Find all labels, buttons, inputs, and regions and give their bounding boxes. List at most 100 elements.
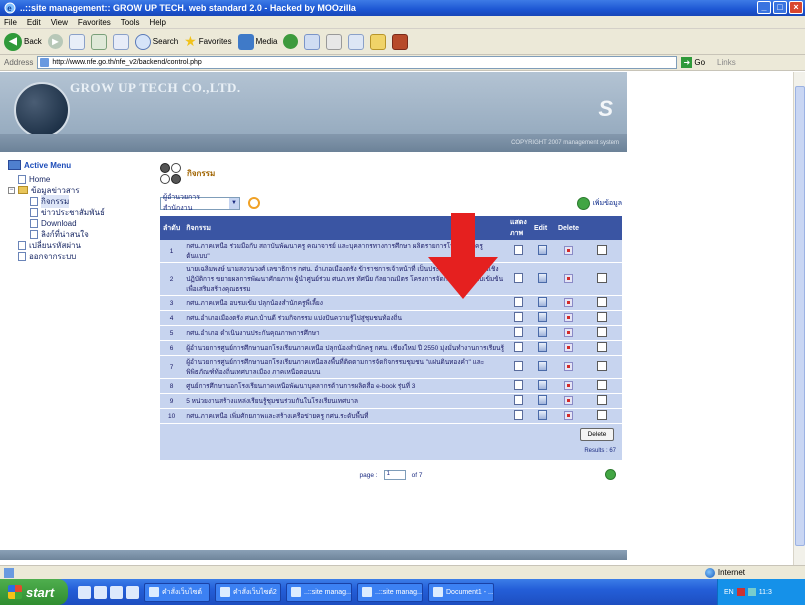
menu-edit[interactable]: Edit [27,16,41,28]
sidebar-item-links[interactable]: ลิงก์ที่น่าสนใจ [8,229,148,239]
delete-icon[interactable] [563,380,573,390]
quick-launch-icon[interactable] [110,585,123,599]
view-icon[interactable] [514,327,524,337]
taskbar-item-label: ..::site manag... [304,588,352,596]
delete-selected-button[interactable]: Delete [580,428,614,441]
sidebar-item-change-password[interactable]: เปลี่ยนรหัสผ่าน [8,240,148,250]
sidebar-item-logout[interactable]: ออกจากระบบ [8,251,148,261]
view-icon[interactable] [514,395,524,405]
language-indicator[interactable]: EN [724,589,734,596]
row-checkbox[interactable] [597,327,607,337]
view-icon[interactable] [514,380,524,390]
view-icon[interactable] [514,361,524,371]
edit-icon[interactable] [538,273,548,283]
stop-icon[interactable] [68,33,85,50]
view-icon[interactable] [514,312,524,322]
forward-button[interactable]: ▶ [47,34,63,49]
collapse-icon[interactable]: − [8,186,15,194]
scrollbar-thumb[interactable] [795,86,805,546]
edit-icon[interactable] [538,380,548,390]
view-icon[interactable] [514,410,524,420]
add-item-button[interactable]: เพิ่มข้อมูล [577,196,622,210]
tray-icon[interactable] [747,588,756,596]
window-title-bar[interactable]: e ..::site management:: GROW UP TECH. we… [0,0,805,16]
row-checkbox[interactable] [597,395,607,405]
edit-page-icon[interactable] [348,33,365,50]
go-button[interactable]: ➜ Go [681,57,705,68]
row-checkbox[interactable] [597,410,607,420]
edit-icon[interactable] [538,395,548,405]
edit-icon[interactable] [538,297,548,307]
row-checkbox[interactable] [597,380,607,390]
section-icon [160,162,181,184]
view-icon[interactable] [514,342,524,352]
row-checkbox[interactable] [597,297,607,307]
history-icon[interactable] [283,34,299,49]
start-button[interactable]: start [0,579,68,605]
row-checkbox[interactable] [597,245,607,255]
delete-icon[interactable] [563,273,573,283]
delete-icon[interactable] [563,245,573,255]
row-checkbox[interactable] [597,273,607,283]
messenger-icon[interactable] [392,33,409,50]
mail-icon[interactable] [304,33,321,50]
back-button[interactable]: ◀ Back [4,32,42,51]
view-icon[interactable] [514,273,524,283]
page-select[interactable]: 1 [383,470,406,480]
home-icon[interactable] [112,33,129,50]
favorites-button[interactable]: ★ Favorites [184,33,231,50]
edit-icon[interactable] [538,410,548,420]
sidebar-item-press[interactable]: ข่าวประชาสัมพันธ์ [8,207,148,217]
delete-icon[interactable] [563,410,573,420]
edit-icon[interactable] [538,361,548,371]
delete-icon[interactable] [563,361,573,371]
svg-text:e: e [7,4,12,13]
address-input[interactable]: http://www.nfe.go.th/nfe_v2/backend/cont… [37,56,678,69]
delete-icon[interactable] [563,297,573,307]
taskbar-item[interactable]: คำสั่งเว็บไซต์2 [215,582,281,602]
quick-launch-icon[interactable] [78,585,91,599]
refresh-icon[interactable] [90,33,107,50]
taskbar-item[interactable]: ..::site manag... [357,582,423,602]
delete-icon[interactable] [563,312,573,322]
taskbar-item[interactable]: ..::site manag... [286,582,352,602]
quick-launch-icon[interactable] [126,585,139,599]
category-select[interactable]: ผู้อำนวยการสำนักงาน ▼ [160,194,240,212]
next-page-button[interactable] [605,469,616,480]
minimize-button[interactable]: _ [757,1,771,14]
taskbar-item[interactable]: คำสั่งเว็บไซต์ [144,582,210,602]
sidebar-item-news[interactable]: − ข้อมูลข่าวสาร [8,185,148,195]
folder-icon[interactable] [370,33,387,50]
print-icon[interactable] [326,33,343,50]
edit-icon[interactable] [538,312,548,322]
edit-icon[interactable] [538,342,548,352]
edit-icon[interactable] [538,245,548,255]
view-icon[interactable] [514,245,524,255]
menu-tools[interactable]: Tools [121,16,140,28]
delete-icon[interactable] [563,342,573,352]
links-label[interactable]: Links [717,58,736,67]
delete-icon[interactable] [563,395,573,405]
delete-icon[interactable] [563,327,573,337]
quick-launch-icon[interactable] [94,585,107,599]
media-button[interactable]: Media [237,33,277,50]
filter-go-button[interactable] [248,197,260,209]
menu-help[interactable]: Help [149,16,165,28]
row-checkbox[interactable] [597,312,607,322]
sidebar-item-download[interactable]: Download [8,218,148,228]
close-button[interactable]: × [789,1,803,14]
edit-icon[interactable] [538,327,548,337]
tray-icon[interactable] [736,588,745,596]
menu-view[interactable]: View [51,16,68,28]
sidebar-item-home[interactable]: Home [8,174,148,184]
menu-favorites[interactable]: Favorites [78,16,111,28]
vertical-scrollbar[interactable] [793,72,805,565]
search-button[interactable]: Search [134,33,178,50]
row-checkbox[interactable] [597,361,607,371]
menu-file[interactable]: File [4,16,17,28]
taskbar-item[interactable]: Document1 - ... [428,582,494,602]
maximize-button[interactable]: □ [773,1,787,14]
view-icon[interactable] [514,297,524,307]
row-checkbox[interactable] [597,342,607,352]
sidebar-item-activities[interactable]: กิจกรรม [8,194,148,208]
